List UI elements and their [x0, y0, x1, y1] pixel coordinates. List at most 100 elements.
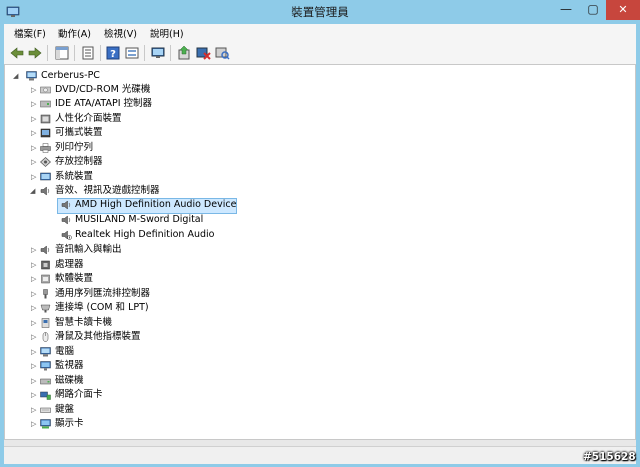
mouse-icon	[42, 332, 49, 342]
tree-item-label: 滑鼠及其他指標裝置	[55, 331, 141, 342]
menu-view[interactable]: 檢視(V)	[104, 26, 137, 40]
expand-icon[interactable]: ▷	[31, 258, 36, 272]
system-device-icon	[40, 172, 51, 181]
expand-icon[interactable]: ▷	[31, 155, 36, 169]
tree-item-label: 列印佇列	[55, 142, 94, 153]
speaker-icon	[61, 200, 71, 210]
tree-item-label: 智慧卡讀卡機	[55, 317, 113, 328]
expand-icon[interactable]: ▷	[31, 141, 36, 155]
expand-icon[interactable]: ▷	[31, 272, 36, 286]
collapse-icon[interactable]: ◢	[13, 69, 18, 83]
menu-file[interactable]: 檔案(F)	[14, 26, 46, 40]
keyboard-icon	[40, 407, 51, 413]
expand-icon[interactable]: ▷	[31, 359, 36, 373]
tree-item-label: 音效、視訊及遊戲控制器	[55, 185, 160, 196]
uninstall-icon[interactable]	[195, 45, 211, 61]
scan-hardware-icon[interactable]	[214, 45, 230, 61]
disk-drive-icon	[40, 378, 51, 385]
expand-icon[interactable]: ▷	[31, 170, 36, 184]
back-arrow-icon[interactable]	[9, 45, 25, 61]
tree-item-label: MUSILAND M-Sword Digital	[75, 214, 204, 225]
expand-icon[interactable]: ▷	[31, 287, 36, 301]
expand-icon[interactable]: ▷	[31, 417, 36, 431]
expand-icon[interactable]: ▷	[31, 126, 36, 140]
expand-icon[interactable]: ▷	[31, 345, 36, 359]
expand-icon[interactable]: ▷	[31, 97, 36, 111]
expand-icon[interactable]: ▷	[31, 374, 36, 388]
tree-item-label: 軟體裝置	[55, 273, 94, 284]
tree-item-label: AMD High Definition Audio Device	[75, 199, 237, 210]
tree-item-label: 系統裝置	[55, 171, 94, 182]
view-icon[interactable]	[124, 45, 140, 61]
tree-item-label: DVD/CD-ROM 光碟機	[55, 84, 151, 95]
tree-item-label: 顯示卡	[55, 418, 84, 429]
tree-item-label: 存放控制器	[55, 156, 103, 167]
expand-icon[interactable]: ▷	[31, 112, 36, 126]
dvd-drive-icon	[40, 86, 51, 94]
close-button[interactable]: ✕	[606, 0, 640, 20]
tree-root[interactable]: ◢ Cerberus-PC	[13, 69, 213, 83]
computer-icon	[40, 347, 51, 357]
title-bar[interactable]: 裝置管理員 — ▢ ✕	[0, 0, 640, 24]
tree-item-label: 電腦	[55, 346, 75, 357]
collapse-icon[interactable]: ◢	[30, 184, 35, 198]
maximize-button[interactable]: ▢	[580, 0, 606, 20]
update-driver-icon[interactable]	[176, 45, 192, 61]
display-adapter-icon	[40, 419, 51, 429]
software-device-icon	[41, 274, 50, 284]
usb-icon	[43, 289, 48, 299]
watermark-text: #515628	[583, 451, 636, 463]
device-manager-window: 裝置管理員 — ▢ ✕ 檔案(F) 動作(A) 檢視(V) 說明(H) ? ◢ …	[0, 0, 640, 467]
menu-action[interactable]: 動作(A)	[58, 26, 91, 40]
show-hide-tree-icon[interactable]	[54, 45, 70, 61]
speaker-icon	[40, 186, 50, 196]
speaker-disabled-icon	[61, 230, 72, 240]
tree-item-label: 鍵盤	[55, 404, 75, 415]
tree-item-label: 音訊輸入與輸出	[55, 244, 122, 255]
printer-icon	[40, 143, 51, 153]
expand-icon[interactable]: ▷	[31, 388, 36, 402]
tree-item-label: 連接埠 (COM 和 LPT)	[55, 302, 149, 313]
tree-item-label: 監視器	[55, 360, 84, 371]
tree-item-label: 網路介面卡	[55, 389, 103, 400]
computer-icon	[26, 71, 37, 81]
tree-item-label: 處理器	[55, 259, 84, 270]
storage-controller-icon	[40, 157, 51, 167]
expand-icon[interactable]: ▷	[31, 330, 36, 344]
processor-icon	[41, 260, 50, 270]
monitor-icon	[40, 361, 51, 371]
minimize-button[interactable]: —	[552, 0, 580, 20]
tree-item-label: 磁碟機	[55, 375, 84, 386]
window-title: 裝置管理員	[291, 5, 349, 19]
menu-bar: 檔案(F) 動作(A) 檢視(V) 說明(H)	[4, 24, 636, 42]
expand-icon[interactable]: ▷	[31, 403, 36, 417]
tree-item-label: Realtek High Definition Audio	[75, 229, 215, 240]
help-icon[interactable]: ?	[105, 45, 121, 61]
tree-item-label: IDE ATA/ATAPI 控制器	[55, 98, 153, 109]
expand-icon[interactable]: ▷	[31, 316, 36, 330]
portable-device-icon	[40, 128, 51, 138]
tree-item-label: 通用序列匯流排控制器	[55, 288, 151, 299]
tree-item-label: 人性化介面裝置	[55, 113, 122, 124]
audio-io-icon	[40, 245, 50, 255]
toolbar: ?	[4, 42, 636, 65]
expand-icon[interactable]: ▷	[31, 301, 36, 315]
tree-item-label: 可攜式裝置	[55, 127, 103, 138]
computer-name: Cerberus-PC	[41, 70, 100, 81]
tree-device-amd-audio[interactable]: AMD High Definition Audio Device	[57, 198, 237, 214]
status-bar	[4, 446, 636, 464]
port-icon	[40, 304, 51, 313]
monitor-icon[interactable]	[150, 45, 166, 61]
expand-icon[interactable]: ▷	[31, 243, 36, 257]
forward-arrow-icon[interactable]	[27, 45, 43, 61]
smart-card-reader-icon	[41, 318, 50, 328]
hid-icon	[40, 114, 51, 124]
expand-icon[interactable]: ▷	[31, 83, 36, 97]
device-tree[interactable]: ◢ Cerberus-PC ▷ DVD/CD-ROM 光碟機 ▷ IDE ATA…	[4, 64, 636, 440]
network-adapter-icon	[40, 391, 51, 400]
svg-text:?: ?	[110, 49, 116, 60]
speaker-icon	[61, 215, 71, 225]
menu-help[interactable]: 說明(H)	[150, 26, 184, 40]
properties-icon[interactable]	[80, 45, 96, 61]
ide-controller-icon	[40, 100, 51, 108]
